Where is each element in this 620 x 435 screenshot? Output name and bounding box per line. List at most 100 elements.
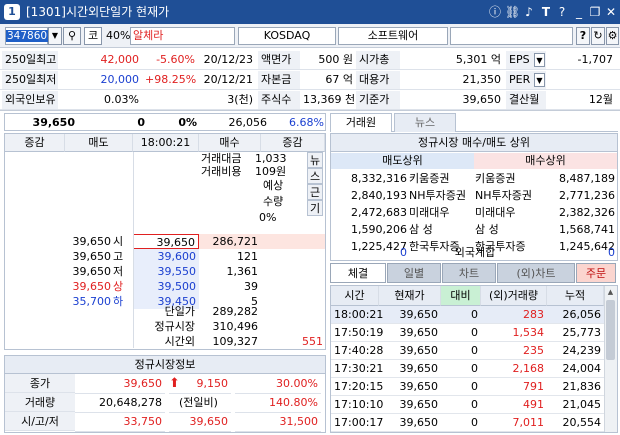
stock-code-input[interactable]: 347860	[5, 27, 49, 45]
book-buy-qty: 286,721	[199, 234, 261, 249]
regular-market-panel: 정규시장정보 종가 39,650 9,150 30.00% ⬆ 거래량 20,648,278…	[4, 355, 326, 433]
tab-foreign-chart[interactable]: (외)차트	[497, 263, 575, 283]
minimize-icon[interactable]: _	[572, 4, 586, 20]
info-value: 20,000	[100, 73, 140, 86]
info-dropdown-icon[interactable]: ▼	[534, 53, 545, 67]
help-icon[interactable]: ?	[555, 4, 569, 20]
header-change-buy: 증감	[261, 134, 325, 152]
info-value2: 500 원	[318, 53, 353, 66]
book-buy-change	[261, 279, 325, 294]
header-buy: 매수	[199, 134, 261, 152]
tab-daily[interactable]: 일별	[387, 263, 441, 283]
footer-label: 정규시장	[154, 320, 195, 333]
trade-cell: 491	[523, 398, 544, 411]
sell-broker[interactable]: 미래대우	[409, 204, 475, 221]
buy-broker[interactable]: 키움증권	[475, 170, 541, 187]
book-buy-qty: 1,361	[199, 264, 261, 279]
side-tab[interactable]: 뉴	[307, 152, 323, 168]
book-ref-label: 저	[113, 265, 124, 278]
trade-cell: 1,534	[512, 326, 545, 339]
regular-value: 33,750	[75, 412, 165, 432]
regular-label: 시/고/저	[5, 412, 75, 431]
info-icon[interactable]: ⓘ	[488, 4, 502, 20]
trade-cell: 17:50:19	[334, 326, 384, 339]
buy-broker[interactable]: 삼 성	[475, 221, 541, 238]
book-ref-price: 39,650	[72, 265, 112, 278]
book-price[interactable]: 39,650	[133, 234, 199, 249]
side-tab[interactable]: 근	[307, 184, 323, 200]
buy-qty: 8,487,189	[559, 172, 615, 185]
buy-broker[interactable]: NH투자증권	[475, 187, 541, 204]
info-dropdown-icon[interactable]: ▼	[534, 73, 545, 87]
trade-cell: 21,045	[562, 398, 602, 411]
book-ref-label: 고	[113, 250, 124, 263]
trade-cell: 39,650	[399, 416, 439, 429]
trade-cell: 0	[471, 398, 478, 411]
tab-trades[interactable]: 체결	[330, 263, 386, 283]
regular-label: 종가	[5, 374, 75, 393]
tab-broker[interactable]: 거래원	[330, 113, 392, 132]
stock-name: 알체라	[133, 29, 164, 42]
trade-row: 17:40:28 39,650 0 235 24,239	[331, 342, 604, 360]
book-divider	[133, 152, 134, 348]
memo-field[interactable]	[450, 27, 573, 45]
sell-qty: 2,840,193	[351, 189, 407, 202]
restore-icon[interactable]: ❐	[588, 4, 602, 20]
trade-row: 17:50:19 39,650 0 1,534 25,773	[331, 324, 604, 342]
window-title: 시간외단일가 현재가	[66, 5, 170, 19]
stock-info-grid: 250일최고 42,000 -5.60% 20/12/23 액면가 500 원 시가총 5,3…	[0, 50, 620, 111]
book-ref-label: 시	[113, 235, 124, 248]
text-size-icon[interactable]: T	[539, 4, 553, 20]
book-ref-price: 35,700	[72, 295, 112, 308]
book-buy-change	[261, 249, 325, 264]
scroll-thumb[interactable]	[606, 300, 615, 360]
info-value4: -1,707	[577, 53, 613, 66]
trade-cell: 791	[523, 380, 544, 393]
book-price[interactable]: 39,500	[133, 279, 199, 294]
refresh-icon[interactable]: ↻	[591, 27, 605, 45]
book-price[interactable]: 39,550	[133, 264, 199, 279]
cost-value: 109원	[255, 165, 287, 178]
tab-order[interactable]: 주문	[576, 263, 616, 283]
regular-value: 39,650	[169, 412, 231, 432]
trade-row: 17:20:15 39,650 0 791 21,836	[331, 378, 604, 396]
side-tab[interactable]: 스	[307, 168, 323, 184]
trade-cell: 24,239	[562, 344, 602, 357]
tab-chart[interactable]: 차트	[442, 263, 496, 283]
close-icon[interactable]: ✕	[604, 4, 618, 20]
book-price[interactable]: 39,600	[133, 249, 199, 264]
buy-qty: 2,382,326	[559, 206, 615, 219]
help-button[interactable]: ?	[576, 27, 590, 45]
sell-broker[interactable]: 삼 성	[409, 221, 475, 238]
speaker-icon[interactable]: ♪	[522, 4, 536, 20]
tab-news[interactable]: 뉴스	[394, 113, 456, 132]
qty-label: 수량	[263, 195, 284, 208]
code-dropdown-button[interactable]: ▼	[48, 27, 62, 45]
foreign-label: 외국계합	[454, 246, 496, 259]
summary-volume: 26,056	[228, 116, 268, 129]
sell-broker[interactable]: NH투자증권	[409, 187, 475, 204]
settings-icon[interactable]: ⚙	[606, 27, 619, 45]
link-icon[interactable]: ⛓	[505, 4, 520, 20]
info-rate	[142, 91, 198, 109]
trades-header-price: 현재가	[379, 286, 441, 306]
footer-label: 단일가	[164, 305, 195, 318]
info-label2: 자본금	[258, 71, 300, 89]
summary-change: 0	[137, 116, 145, 129]
amount-label: 거래대금	[201, 152, 242, 165]
trade-cell: 0	[471, 362, 478, 375]
info-date: 20/12/21	[203, 73, 253, 86]
footer-value: 109,327	[212, 335, 259, 348]
side-tab[interactable]: 기	[307, 200, 323, 216]
scroll-up-icon[interactable]: ▲	[604, 286, 617, 299]
stock-name-field[interactable]: 알체라	[130, 27, 235, 45]
trade-cell: 39,650	[399, 398, 439, 411]
search-button[interactable]: ⚲	[63, 27, 81, 45]
sell-broker[interactable]: 키움증권	[409, 170, 475, 187]
trade-cell: 18:00:21	[334, 308, 384, 321]
trade-cell: 17:30:21	[334, 362, 384, 375]
buy-broker[interactable]: 미래대우	[475, 204, 541, 221]
info-rate: -5.60%	[156, 53, 195, 66]
buy-qty: 1,568,741	[559, 223, 615, 236]
trade-row: 17:10:10 39,650 0 491 21,045	[331, 396, 604, 414]
